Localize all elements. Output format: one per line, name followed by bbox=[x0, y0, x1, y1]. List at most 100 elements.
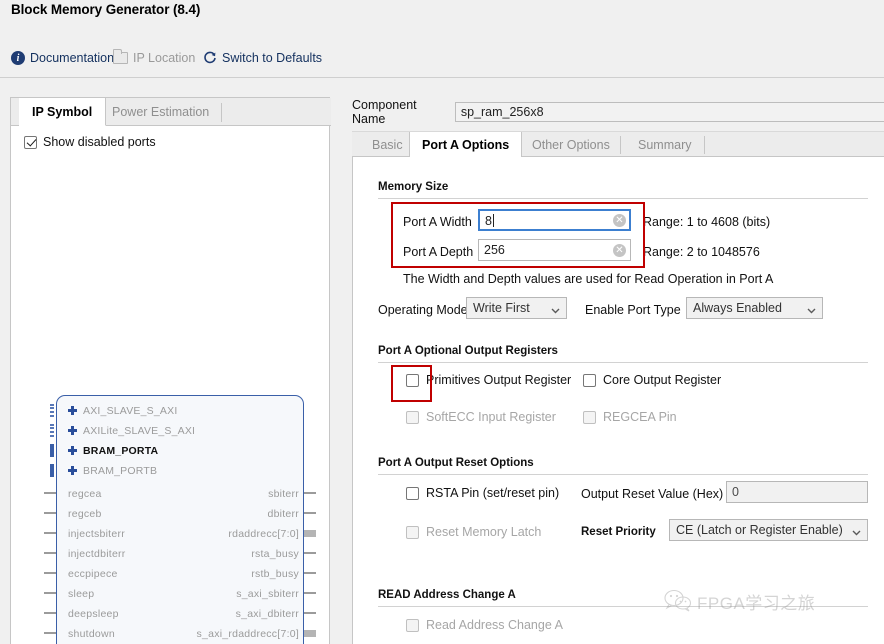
symbol-bus-label: BRAM_PORTB bbox=[83, 464, 158, 477]
refresh-icon bbox=[203, 51, 217, 65]
read-address-change-rule bbox=[378, 606, 868, 607]
symbol-pin-stub bbox=[44, 552, 56, 554]
symbol-output-pin: s_axi_sbiterr bbox=[236, 587, 299, 600]
tab-power-estimation[interactable]: Power Estimation bbox=[99, 98, 222, 126]
symbol-bus-bram_porta[interactable]: BRAM_PORTA bbox=[68, 442, 158, 459]
tab-divider-2 bbox=[704, 136, 705, 154]
documentation-label: Documentation bbox=[30, 51, 115, 65]
tab-ip-symbol[interactable]: IP Symbol bbox=[19, 98, 107, 126]
ip-customize-dialog: Block Memory Generator (8.4) i Documenta… bbox=[0, 0, 884, 644]
symbol-bus-connector bbox=[50, 404, 54, 417]
documentation-button[interactable]: i Documentation bbox=[11, 49, 114, 67]
title-bar: Block Memory Generator (8.4) bbox=[0, 0, 884, 38]
primitives-output-register-label: Primitives Output Register bbox=[426, 373, 572, 387]
rsta-pin-label: RSTA Pin (set/reset pin) bbox=[426, 486, 560, 500]
symbol-output-pin: rstb_busy bbox=[251, 567, 299, 580]
primitives-output-register-checkbox[interactable]: Primitives Output Register bbox=[406, 373, 571, 387]
symbol-input-pin: shutdown bbox=[68, 627, 115, 640]
optional-output-registers-rule bbox=[378, 362, 868, 363]
read-address-change-label: Read Address Change A bbox=[426, 618, 563, 632]
port-a-depth-clear-icon[interactable]: ✕ bbox=[613, 244, 626, 257]
symbol-bus-axi_slave_s_axi[interactable]: AXI_SLAVE_S_AXI bbox=[68, 402, 177, 419]
symbol-pin-stub bbox=[304, 592, 316, 594]
port-a-options-pane: Memory Size Port A Width 8 ✕ Range: 1 to… bbox=[352, 157, 884, 644]
checkbox-box bbox=[24, 135, 37, 149]
enable-port-type-select[interactable]: Always Enabled bbox=[686, 297, 823, 319]
rsta-pin-checkbox[interactable]: RSTA Pin (set/reset pin) bbox=[406, 486, 559, 500]
operating-mode-label: Operating Mode bbox=[378, 303, 468, 317]
symbol-output-pin: dbiterr bbox=[267, 507, 299, 520]
enable-port-type-value: Always Enabled bbox=[693, 301, 782, 315]
ip-location-button[interactable]: IP Location bbox=[113, 49, 195, 67]
reset-priority-select[interactable]: CE (Latch or Register Enable) bbox=[669, 519, 868, 541]
left-tab-strip: IP Symbol Power Estimation bbox=[11, 98, 331, 126]
show-disabled-ports-checkbox[interactable]: Show disabled ports bbox=[24, 135, 156, 149]
ip-location-label: IP Location bbox=[133, 51, 196, 65]
chevron-down-icon bbox=[551, 304, 560, 313]
symbol-bus-label: AXI_SLAVE_S_AXI bbox=[83, 404, 178, 417]
operating-mode-value: Write First bbox=[473, 301, 530, 315]
port-a-depth-value: 256 bbox=[484, 243, 505, 257]
symbol-bus-bram_portb[interactable]: BRAM_PORTB bbox=[68, 462, 157, 479]
memory-size-rule bbox=[378, 198, 868, 199]
expand-plus-icon[interactable] bbox=[68, 426, 77, 435]
softecc-input-register-checkbox: SoftECC Input Register bbox=[406, 410, 556, 424]
symbol-bus-connector bbox=[50, 464, 54, 477]
component-name-input[interactable]: sp_ram_256x8 bbox=[454, 102, 884, 122]
show-disabled-ports-label: Show disabled ports bbox=[43, 135, 156, 149]
checkbox-box bbox=[406, 410, 419, 424]
softecc-input-register-label: SoftECC Input Register bbox=[426, 410, 556, 424]
symbol-pin-stub bbox=[44, 612, 56, 614]
port-a-depth-range: Range: 2 to 1048576 bbox=[643, 245, 760, 259]
expand-plus-icon[interactable] bbox=[68, 446, 77, 455]
output-reset-options-title: Port A Output Reset Options bbox=[378, 457, 534, 469]
text-caret bbox=[492, 214, 494, 227]
checkbox-box bbox=[406, 486, 419, 500]
page-title: Block Memory Generator (8.4) bbox=[11, 2, 201, 17]
checkbox-box bbox=[583, 373, 596, 387]
port-a-depth-input[interactable]: 256 bbox=[478, 239, 631, 261]
port-a-width-clear-icon[interactable]: ✕ bbox=[613, 214, 626, 227]
tab-other-options-label: Other Options bbox=[532, 138, 610, 152]
symbol-pin-stub bbox=[304, 492, 316, 494]
read-address-change-title: READ Address Change A bbox=[378, 589, 516, 601]
symbol-pin-stub bbox=[44, 532, 56, 534]
symbol-pin-stub bbox=[304, 630, 316, 637]
output-reset-value-input[interactable]: 0 bbox=[726, 481, 868, 503]
switch-to-defaults-button[interactable]: Switch to Defaults bbox=[203, 49, 322, 67]
expand-plus-icon[interactable] bbox=[68, 406, 77, 415]
memory-size-note: The Width and Depth values are used for … bbox=[403, 272, 774, 286]
symbol-bus-axilite_slave_s_axi[interactable]: AXILite_SLAVE_S_AXI bbox=[68, 422, 195, 439]
operating-mode-select[interactable]: Write First bbox=[466, 297, 567, 319]
regcea-pin-label: REGCEA Pin bbox=[603, 410, 677, 424]
symbol-input-pin: sleep bbox=[68, 587, 95, 600]
switch-to-defaults-label: Switch to Defaults bbox=[222, 51, 323, 65]
symbol-bus-connector bbox=[50, 424, 54, 437]
port-a-width-label: Port A Width bbox=[403, 215, 472, 229]
port-a-width-input[interactable]: 8 bbox=[478, 209, 631, 231]
symbol-pin-stub bbox=[44, 512, 56, 514]
symbol-input-pin: injectsbiterr bbox=[68, 527, 125, 540]
symbol-pin-stub bbox=[44, 632, 56, 634]
expand-plus-icon[interactable] bbox=[68, 466, 77, 475]
checkbox-box bbox=[406, 525, 419, 539]
tab-summary-label: Summary bbox=[638, 138, 692, 152]
tab-divider bbox=[221, 103, 222, 122]
left-panel: IP Symbol Power Estimation Show disabled… bbox=[10, 97, 331, 644]
symbol-output-pin: rsta_busy bbox=[251, 547, 299, 560]
checkbox-box bbox=[406, 373, 419, 387]
checkbox-box bbox=[406, 618, 419, 632]
tab-other-options[interactable]: Other Options bbox=[520, 132, 622, 158]
checkbox-box bbox=[583, 410, 596, 424]
reset-memory-latch-checkbox: Reset Memory Latch bbox=[406, 525, 541, 539]
tab-summary[interactable]: Summary bbox=[626, 132, 703, 158]
symbol-pin-stub bbox=[304, 530, 316, 537]
tab-basic[interactable]: Basic bbox=[360, 132, 415, 158]
optional-output-registers-title: Port A Optional Output Registers bbox=[378, 345, 558, 357]
folder-icon bbox=[113, 49, 128, 64]
symbol-bus-label: BRAM_PORTA bbox=[83, 444, 159, 457]
reset-memory-latch-label: Reset Memory Latch bbox=[426, 525, 542, 539]
component-name-row: Component Name sp_ram_256x8 bbox=[352, 98, 884, 126]
core-output-register-checkbox[interactable]: Core Output Register bbox=[583, 373, 721, 387]
tab-port-a-options[interactable]: Port A Options bbox=[409, 132, 523, 158]
